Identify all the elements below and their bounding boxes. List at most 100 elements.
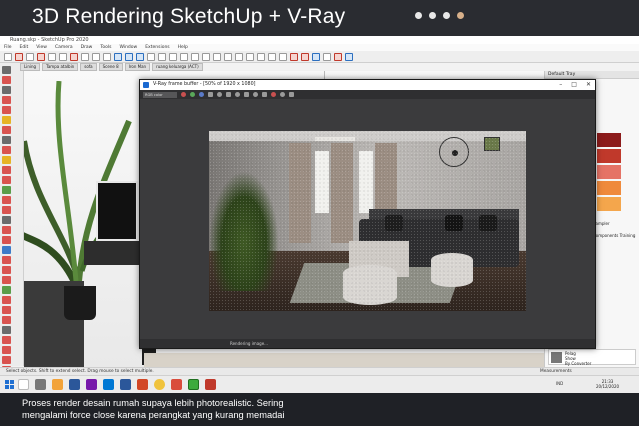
polygon-icon[interactable] bbox=[2, 126, 11, 134]
iso-view-icon[interactable] bbox=[158, 52, 166, 61]
green-channel-icon[interactable] bbox=[190, 92, 195, 97]
shaded-icon[interactable] bbox=[257, 52, 265, 61]
menu-extensions[interactable]: Extensions bbox=[145, 44, 169, 51]
clear-image-icon[interactable] bbox=[217, 92, 222, 97]
hidden-line-icon[interactable] bbox=[246, 52, 254, 61]
zoom-tool-icon[interactable] bbox=[2, 286, 11, 294]
rectangle-tool-icon[interactable] bbox=[48, 52, 56, 61]
menu-camera[interactable]: Camera bbox=[55, 44, 73, 51]
arc-icon[interactable] bbox=[2, 136, 11, 144]
windows-start-icon[interactable] bbox=[5, 380, 14, 389]
circle-icon[interactable] bbox=[2, 116, 11, 124]
section-plane-icon[interactable] bbox=[2, 336, 11, 344]
history-icon[interactable] bbox=[262, 92, 267, 97]
page-dot-4-active[interactable] bbox=[457, 12, 464, 19]
taskbar-onenote-icon[interactable] bbox=[86, 379, 97, 390]
menu-view[interactable]: View bbox=[36, 44, 47, 51]
stop-render-icon[interactable] bbox=[271, 92, 276, 97]
scene-tab-2[interactable]: Tampa atalbin bbox=[42, 63, 79, 71]
maximize-icon[interactable]: □ bbox=[571, 80, 577, 90]
axes-icon[interactable] bbox=[2, 246, 11, 254]
pan-tool-icon[interactable] bbox=[2, 276, 11, 284]
swatch-2[interactable] bbox=[597, 149, 621, 163]
front-view-icon[interactable] bbox=[180, 52, 188, 61]
push-pull-icon[interactable] bbox=[59, 52, 67, 61]
close-icon[interactable]: ✕ bbox=[586, 80, 591, 90]
zoom-window-icon[interactable] bbox=[2, 296, 11, 304]
warehouse-icon[interactable] bbox=[2, 356, 11, 364]
top-view-icon[interactable] bbox=[169, 52, 177, 61]
look-around-icon[interactable] bbox=[2, 316, 11, 324]
rect-icon[interactable] bbox=[2, 106, 11, 114]
taskbar-vray-icon[interactable] bbox=[205, 379, 216, 390]
scale-icon[interactable] bbox=[2, 186, 11, 194]
taskbar-chrome-icon[interactable] bbox=[154, 379, 165, 390]
taskbar-word-icon[interactable] bbox=[69, 379, 80, 390]
scene-tab-3[interactable]: sofa bbox=[80, 63, 97, 71]
zoom-extents-icon[interactable] bbox=[147, 52, 155, 61]
orbit-icon[interactable] bbox=[114, 52, 122, 61]
move-icon[interactable] bbox=[2, 166, 11, 174]
dimension-icon[interactable] bbox=[2, 216, 11, 224]
scene-tab-1[interactable]: Lining bbox=[20, 63, 41, 71]
select-tool-icon[interactable] bbox=[4, 52, 12, 61]
render-button-icon[interactable] bbox=[289, 92, 294, 97]
interactive-render-icon[interactable] bbox=[280, 92, 285, 97]
blue-channel-icon[interactable] bbox=[199, 92, 204, 97]
scene-tab-6[interactable]: ruang keluarga (ACT) bbox=[152, 63, 203, 71]
walk-icon[interactable] bbox=[2, 306, 11, 314]
menu-tools[interactable]: Tools bbox=[100, 44, 111, 51]
lens-effects-icon[interactable] bbox=[244, 92, 249, 97]
swatch-5[interactable] bbox=[597, 197, 621, 211]
swatch-4[interactable] bbox=[597, 181, 621, 195]
wireframe-icon[interactable] bbox=[235, 52, 243, 61]
save-image-icon[interactable] bbox=[208, 92, 213, 97]
channel-select[interactable]: RGB color bbox=[143, 91, 177, 98]
right-view-icon[interactable] bbox=[191, 52, 199, 61]
paint-bucket-icon[interactable] bbox=[2, 96, 11, 104]
taskbar-outlook-icon[interactable] bbox=[103, 379, 114, 390]
rendered-image[interactable] bbox=[209, 131, 526, 311]
sandbox-icon[interactable] bbox=[2, 346, 11, 354]
track-mouse-icon[interactable] bbox=[235, 92, 240, 97]
menu-draw[interactable]: Draw bbox=[81, 44, 93, 51]
vray-frame-buffer-icon[interactable] bbox=[323, 52, 331, 61]
xray-icon[interactable] bbox=[224, 52, 232, 61]
line-tool-icon[interactable] bbox=[26, 52, 34, 61]
zoom-icon[interactable] bbox=[136, 52, 144, 61]
page-dot-3[interactable] bbox=[443, 12, 450, 19]
red-channel-icon[interactable] bbox=[181, 92, 186, 97]
left-view-icon[interactable] bbox=[213, 52, 221, 61]
taskbar-explorer-icon[interactable] bbox=[52, 379, 63, 390]
protractor-icon[interactable] bbox=[2, 226, 11, 234]
taskbar-sketchup-icon[interactable] bbox=[171, 379, 182, 390]
vray-light-icon[interactable] bbox=[334, 52, 342, 61]
offset-icon[interactable] bbox=[2, 196, 11, 204]
minimize-icon[interactable]: – bbox=[559, 80, 562, 90]
swatch-3[interactable] bbox=[597, 165, 621, 179]
pencil-icon[interactable] bbox=[2, 86, 11, 94]
pan-icon[interactable] bbox=[125, 52, 133, 61]
rotate-tool-icon[interactable] bbox=[92, 52, 100, 61]
color-correction-icon[interactable] bbox=[253, 92, 258, 97]
vray-interactive-icon[interactable] bbox=[301, 52, 309, 61]
scene-tab-4[interactable]: Scene 8 bbox=[98, 63, 123, 71]
back-view-icon[interactable] bbox=[202, 52, 210, 61]
position-camera-icon[interactable] bbox=[2, 326, 11, 334]
taskbar-search-icon[interactable] bbox=[18, 379, 29, 390]
swatch-1[interactable] bbox=[597, 133, 621, 147]
eraser-tool-icon[interactable] bbox=[15, 52, 23, 61]
page-dot-2[interactable] bbox=[429, 12, 436, 19]
taskbar-clock[interactable]: 21:33 20/12/2020 bbox=[596, 379, 619, 389]
monochrome-icon[interactable] bbox=[279, 52, 287, 61]
text-icon[interactable] bbox=[2, 236, 11, 244]
eraser-icon[interactable] bbox=[2, 76, 11, 84]
vray-sun-icon[interactable] bbox=[345, 52, 353, 61]
menu-help[interactable]: Help bbox=[178, 44, 188, 51]
offset-tool-icon[interactable] bbox=[70, 52, 78, 61]
followme-icon[interactable] bbox=[2, 156, 11, 164]
region-render-icon[interactable] bbox=[226, 92, 231, 97]
move-tool-icon[interactable] bbox=[81, 52, 89, 61]
textured-icon[interactable] bbox=[268, 52, 276, 61]
menu-window[interactable]: Window bbox=[119, 44, 137, 51]
